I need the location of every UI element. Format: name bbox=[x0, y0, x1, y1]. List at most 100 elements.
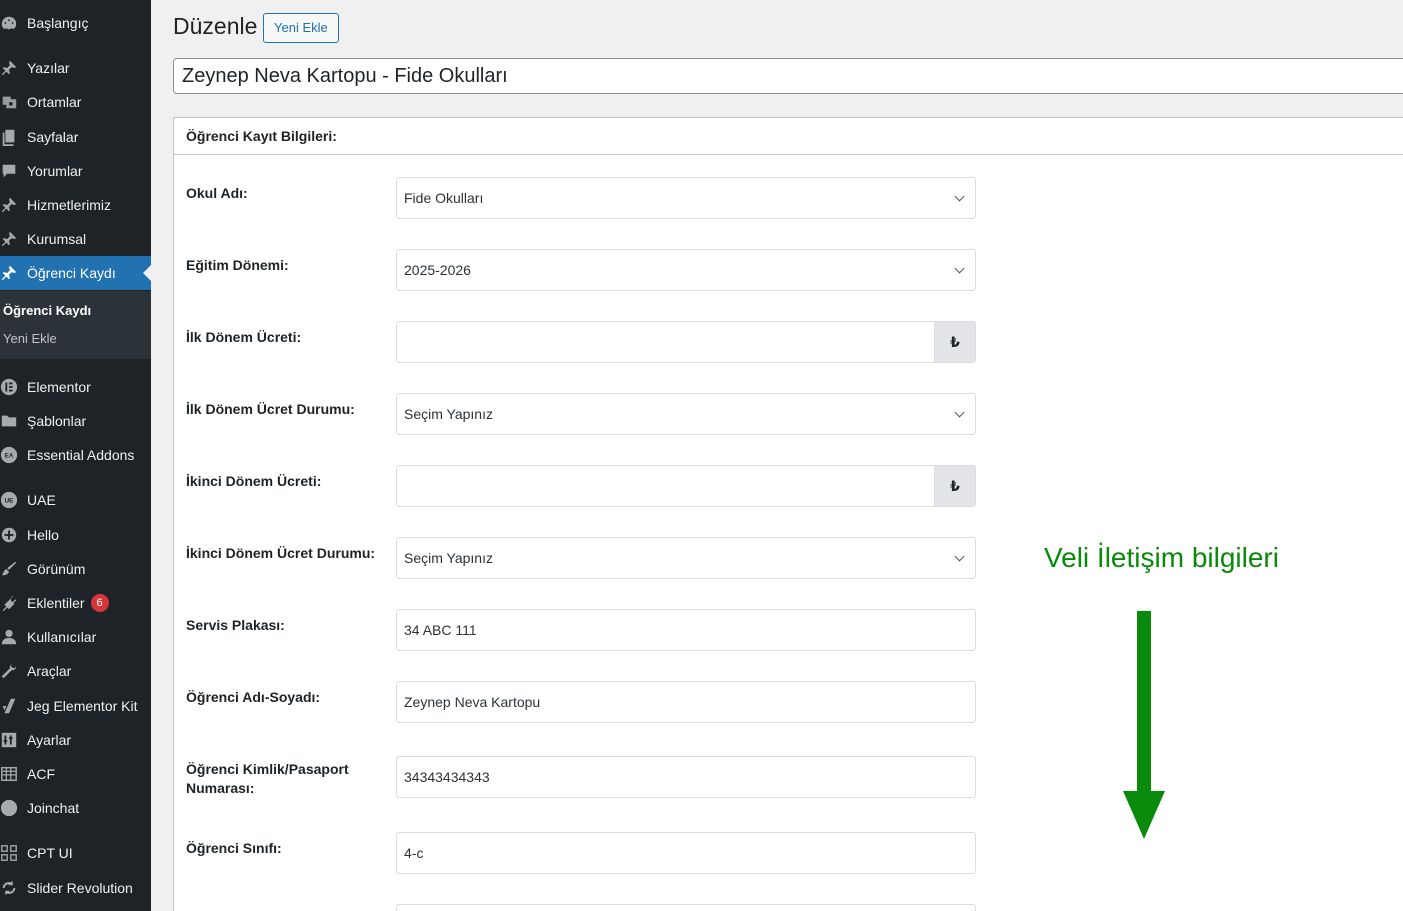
metabox-title: Öğrenci Kayıt Bilgileri: bbox=[174, 118, 1403, 155]
admin-sidebar: Başlangıç Yazılar Ortamlar Sayfalar Yoru… bbox=[0, 0, 151, 911]
menu-label: Elementor bbox=[27, 379, 91, 395]
menu-label: Araçlar bbox=[27, 663, 72, 679]
field-label-term: Eğitim Dönemi: bbox=[186, 257, 289, 273]
second-term-status-select[interactable]: Seçim Yapınız bbox=[396, 537, 976, 579]
menu-item-joinchat[interactable]: Joinchat bbox=[0, 791, 151, 825]
menu-item-hello[interactable]: Hello bbox=[0, 518, 151, 552]
field-label-first-fee: İlk Dönem Ücreti: bbox=[186, 329, 302, 345]
field-label-school: Okul Adı: bbox=[186, 185, 248, 201]
menu-item-media[interactable]: Ortamlar bbox=[0, 85, 151, 119]
brush-icon bbox=[0, 560, 18, 578]
field-label-second-fee: İkinci Dönem Ücreti: bbox=[186, 473, 322, 489]
menu-item-services[interactable]: Hizmetlerimiz bbox=[0, 188, 151, 222]
menu-label: Slider Revolution bbox=[27, 880, 133, 896]
plugins-update-badge: 6 bbox=[90, 594, 109, 612]
menu-label: Hizmetlerimiz bbox=[27, 197, 111, 213]
settings-icon bbox=[0, 731, 18, 749]
menu-item-student-registration[interactable]: Öğrenci Kaydı bbox=[0, 256, 151, 290]
menu-label: ACF bbox=[27, 766, 55, 782]
first-term-status-select[interactable]: Seçim Yapınız bbox=[396, 393, 976, 435]
ea-icon: EA bbox=[0, 446, 18, 464]
input-value: Zeynep Neva Kartopu bbox=[404, 694, 541, 710]
menu-label: Eklentiler bbox=[27, 595, 85, 611]
parent-contact-annotation: Veli İletişim bilgileri bbox=[1044, 542, 1279, 573]
refresh-icon bbox=[0, 879, 18, 897]
pin-icon bbox=[0, 264, 18, 282]
svg-text:UE: UE bbox=[5, 498, 14, 505]
first-term-fee-input[interactable]: ₺ bbox=[396, 321, 976, 363]
field-label-second-fee-status: İkinci Dönem Ücret Durumu: bbox=[186, 545, 376, 561]
jeg-icon bbox=[0, 697, 18, 715]
lira-currency-addon: ₺ bbox=[934, 322, 975, 362]
field-label-first-fee-status: İlk Dönem Ücret Durumu: bbox=[186, 401, 355, 417]
dashboard-icon bbox=[0, 14, 18, 32]
menu-label: UAE bbox=[27, 492, 56, 508]
menu-label: Hello bbox=[27, 527, 59, 543]
acf-icon bbox=[0, 765, 18, 783]
menu-item-pages[interactable]: Sayfalar bbox=[0, 120, 151, 154]
menu-item-cpt-ui[interactable]: CPT UI bbox=[0, 836, 151, 870]
menu-item-essential-addons[interactable]: EA Essential Addons bbox=[0, 438, 151, 472]
pin-icon bbox=[0, 196, 18, 214]
submenu-item-all[interactable]: Öğrenci Kaydı bbox=[3, 303, 91, 318]
menu-label: Joinchat bbox=[27, 800, 80, 816]
field-label-student-id: Öğrenci Kimlik/Pasaport Numarası: bbox=[186, 761, 349, 796]
menu-item-jeg-elementor-kit[interactable]: Jeg Elementor Kit bbox=[0, 689, 151, 723]
submenu: Öğrenci Kaydı Yeni Ekle bbox=[0, 291, 151, 359]
menu-label: Yazılar bbox=[27, 60, 70, 76]
menu-item-settings[interactable]: Ayarlar bbox=[0, 723, 151, 757]
menu-label: Ortamlar bbox=[27, 94, 82, 110]
menu-label: Jeg Elementor Kit bbox=[27, 698, 138, 714]
post-title-input[interactable]: Zeynep Neva Kartopu - Fide Okulları bbox=[173, 58, 1403, 94]
menu-item-users[interactable]: Kullanıcılar bbox=[0, 620, 151, 654]
add-new-button[interactable]: Yeni Ekle bbox=[263, 13, 339, 43]
menu-label: Öğrenci Kaydı bbox=[27, 265, 116, 281]
menu-label: Şablonlar bbox=[27, 413, 87, 429]
chat-icon bbox=[0, 799, 18, 817]
input-value: 34 ABC 111 bbox=[404, 622, 477, 638]
menu-label: Görünüm bbox=[27, 561, 86, 577]
submenu-item-add-new[interactable]: Yeni Ekle bbox=[3, 331, 57, 346]
menu-item-comments[interactable]: Yorumlar bbox=[0, 154, 151, 188]
field-label-student-class: Öğrenci Sınıfı: bbox=[186, 840, 282, 856]
input-value: 4-c bbox=[404, 845, 424, 861]
down-arrow-icon bbox=[1123, 611, 1165, 839]
menu-item-slider-revolution[interactable]: Slider Revolution bbox=[0, 871, 151, 905]
uae-icon: UE bbox=[0, 491, 18, 509]
select-value: 2025-2026 bbox=[404, 262, 471, 278]
menu-label: Kullanıcılar bbox=[27, 629, 97, 645]
service-plate-input[interactable]: 34 ABC 111 bbox=[396, 609, 976, 651]
menu-label: CPT UI bbox=[27, 845, 73, 861]
plus-circle-icon bbox=[0, 526, 18, 544]
select-value: Seçim Yapınız bbox=[404, 406, 493, 422]
second-term-fee-input[interactable]: ₺ bbox=[396, 465, 976, 507]
menu-label: Essential Addons bbox=[27, 447, 135, 463]
field-label-plate: Servis Plakası: bbox=[186, 617, 285, 633]
menu-item-posts[interactable]: Yazılar bbox=[0, 51, 151, 85]
menu-item-acf[interactable]: ACF bbox=[0, 757, 151, 791]
menu-item-uae[interactable]: UE UAE bbox=[0, 483, 151, 517]
wrench-icon bbox=[0, 662, 18, 680]
lira-currency-addon: ₺ bbox=[934, 466, 975, 506]
menu-item-templates[interactable]: Şablonlar bbox=[0, 404, 151, 438]
menu-item-dashboard[interactable]: Başlangıç bbox=[0, 6, 151, 40]
select-value: Fide Okulları bbox=[404, 190, 484, 206]
menu-item-corporate[interactable]: Kurumsal bbox=[0, 222, 151, 256]
menu-label: Başlangıç bbox=[27, 15, 89, 31]
menu-item-appearance[interactable]: Görünüm bbox=[0, 552, 151, 586]
menu-item-elementor[interactable]: Elementor bbox=[0, 370, 151, 404]
field-label-student-name: Öğrenci Adı-Soyadı: bbox=[186, 689, 321, 705]
grid-icon bbox=[0, 844, 18, 862]
svg-text:EA: EA bbox=[5, 453, 14, 460]
education-term-select[interactable]: 2025-2026 bbox=[396, 249, 976, 291]
student-class-input[interactable]: 4-c bbox=[396, 832, 976, 874]
menu-item-tools[interactable]: Araçlar bbox=[0, 654, 151, 688]
menu-label: Ayarlar bbox=[27, 732, 72, 748]
plugin-icon bbox=[0, 594, 18, 612]
student-id-input[interactable]: 34343434343 bbox=[396, 756, 976, 798]
menu-item-plugins[interactable]: Eklentiler 6 bbox=[0, 586, 151, 620]
school-select[interactable]: Fide Okulları bbox=[396, 177, 976, 219]
input-value: 34343434343 bbox=[404, 769, 490, 785]
student-name-input[interactable]: Zeynep Neva Kartopu bbox=[396, 681, 976, 723]
next-field-input[interactable] bbox=[396, 904, 976, 911]
